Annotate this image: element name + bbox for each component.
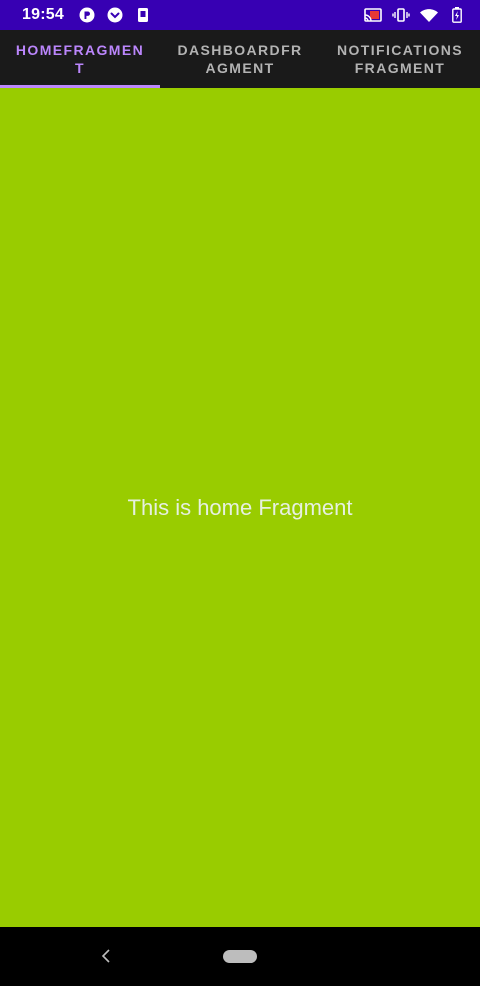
back-icon[interactable] (96, 945, 116, 967)
pocket-icon (106, 6, 124, 24)
screenshot-icon (134, 6, 152, 24)
tab-bar: HOMEFRAGMENT DASHBOARDFRAGMENT NOTIFICAT… (0, 30, 480, 88)
home-pill[interactable] (223, 950, 257, 963)
status-left-icons (78, 6, 152, 24)
tab-label: HOMEFRAGMENT (15, 42, 145, 76)
tab-label: NOTIFICATIONS FRAGMENT (336, 42, 464, 76)
status-right-icons (364, 6, 466, 24)
navigation-bar (0, 927, 480, 986)
wifi-icon (420, 6, 438, 24)
vibrate-icon (392, 6, 410, 24)
app-icon (78, 6, 96, 24)
home-fragment-content: This is home Fragment (0, 88, 480, 927)
tab-label: DASHBOARDFRAGMENT (177, 42, 303, 76)
status-bar: 19:54 (0, 0, 480, 30)
tab-home-fragment[interactable]: HOMEFRAGMENT (0, 30, 160, 88)
tab-dashboard-fragment[interactable]: DASHBOARDFRAGMENT (160, 30, 320, 88)
cast-icon (364, 6, 382, 24)
tab-notifications-fragment[interactable]: NOTIFICATIONS FRAGMENT (320, 30, 480, 88)
battery-icon (448, 6, 466, 24)
status-time: 19:54 (22, 6, 64, 23)
fragment-message: This is home Fragment (127, 494, 353, 520)
